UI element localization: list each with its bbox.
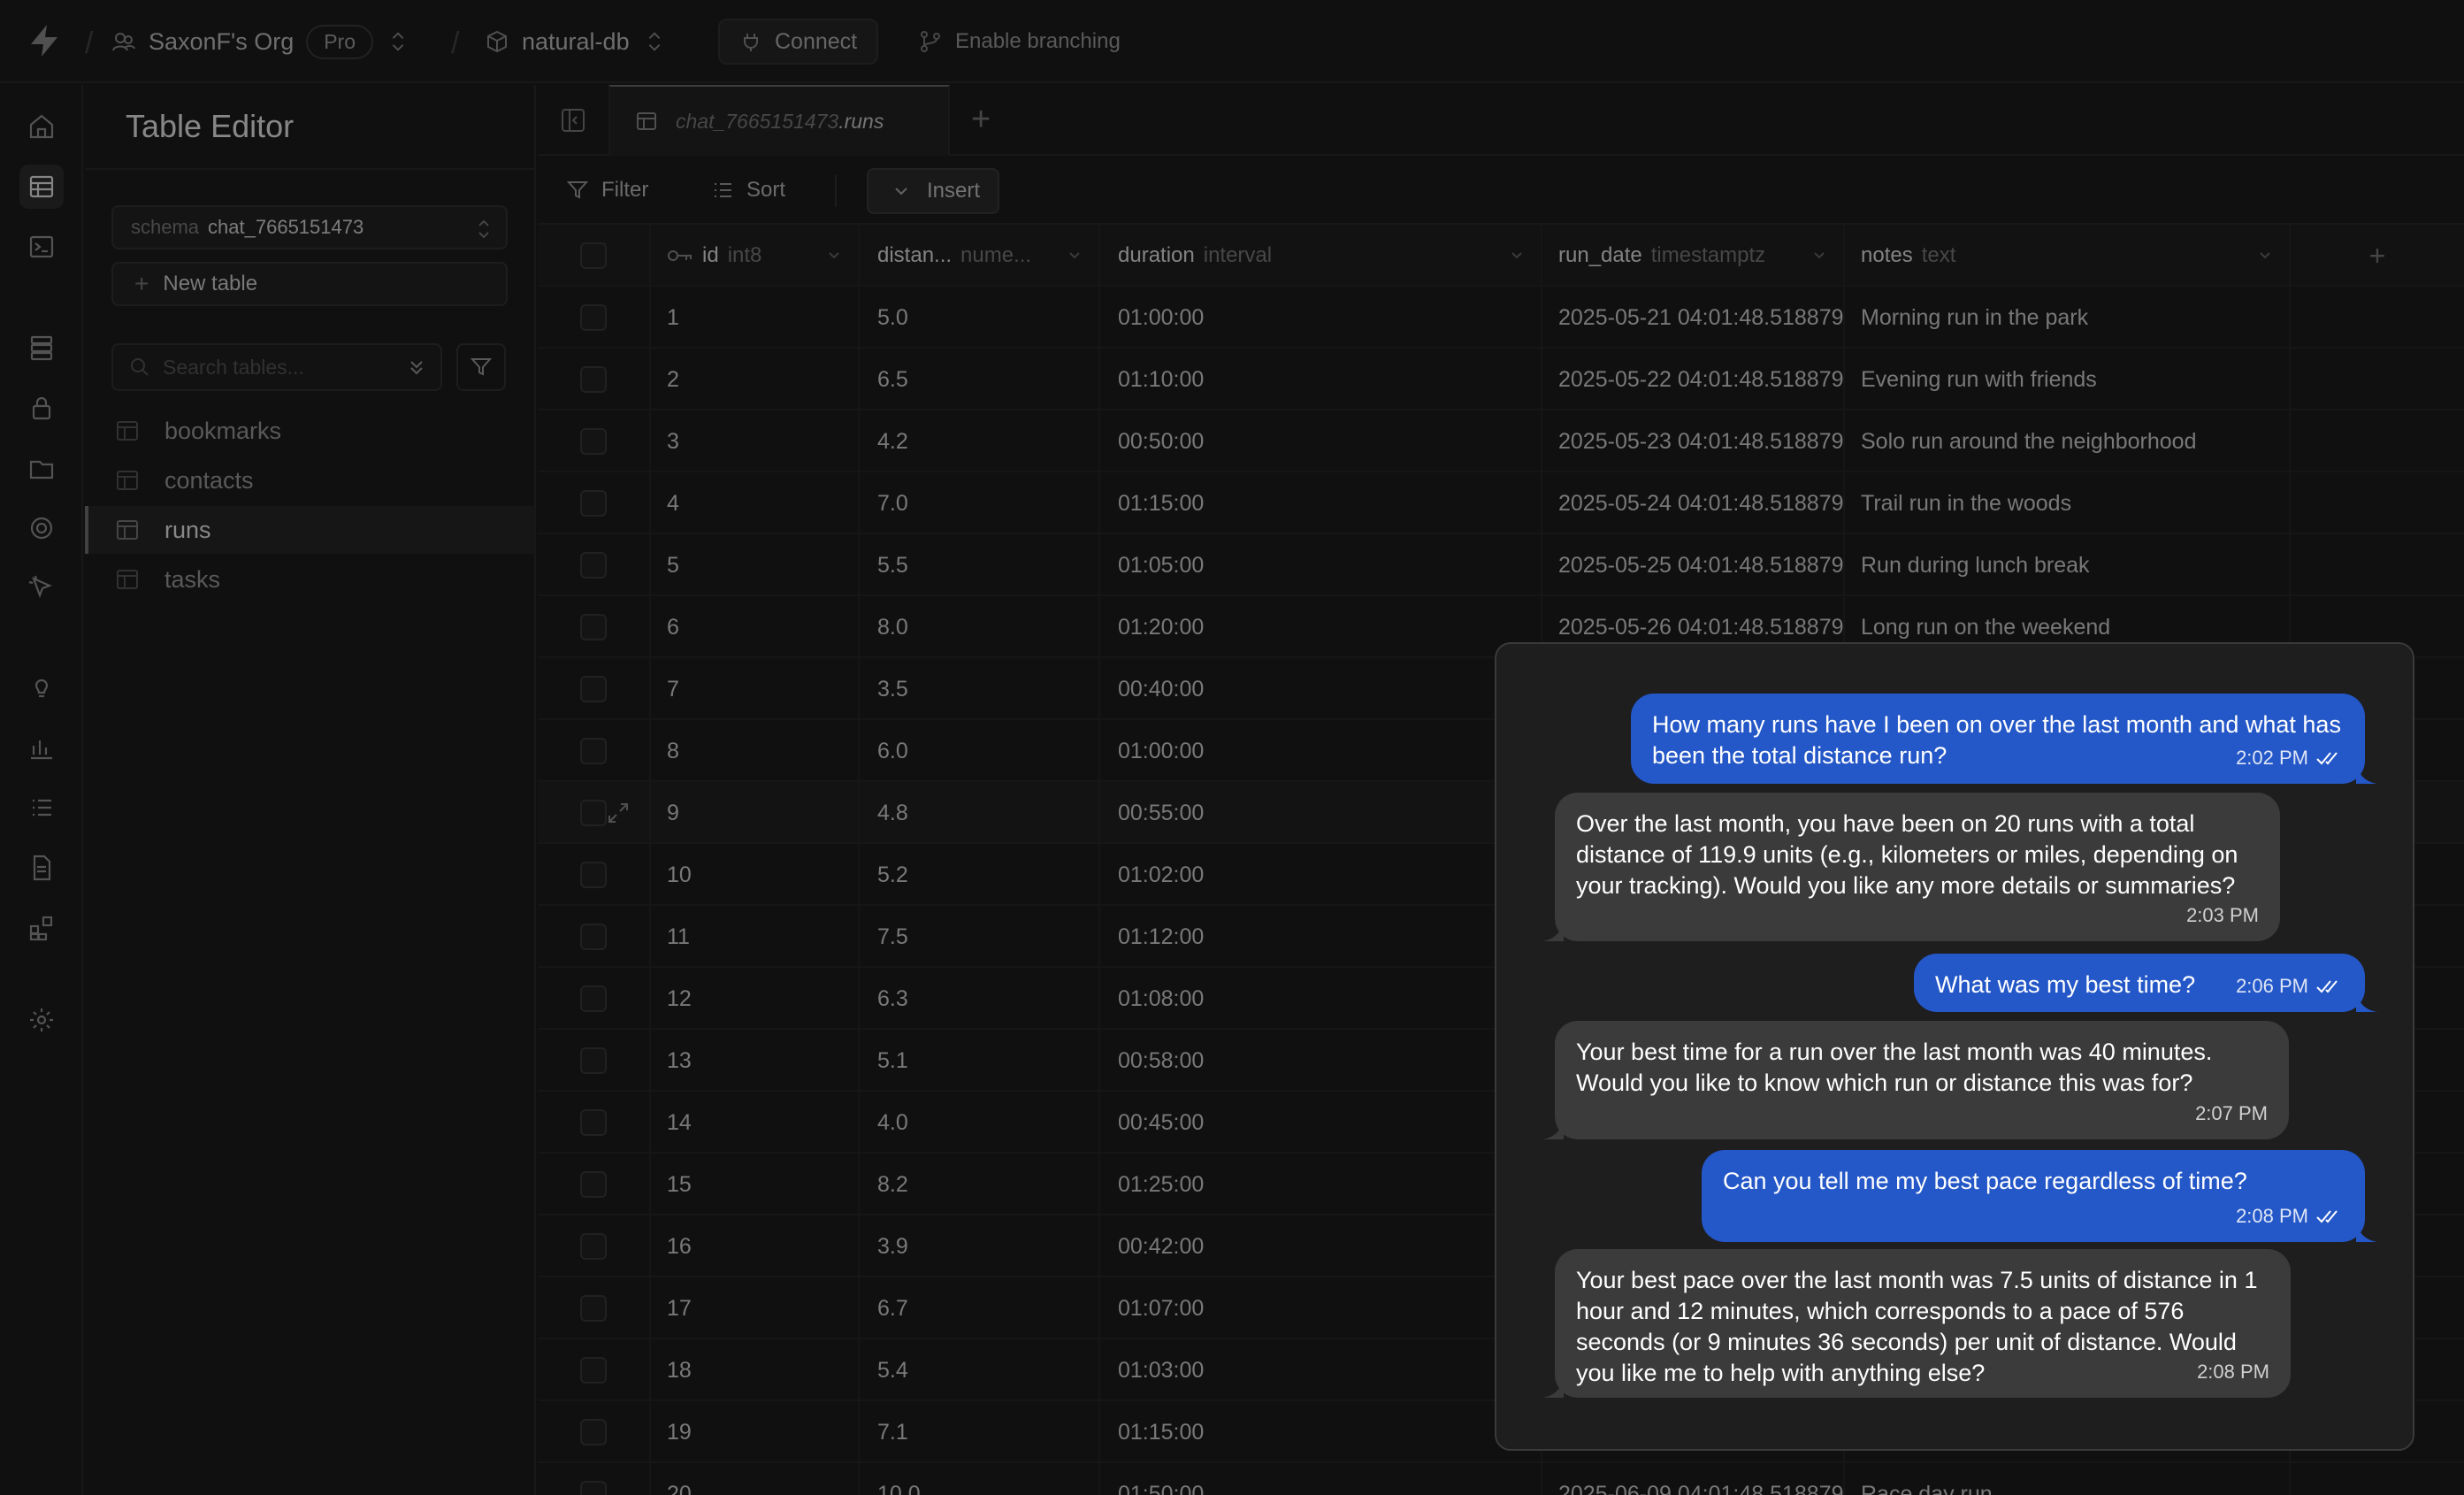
chat-message-incoming: Your best pace over the last month was 7… [1555,1249,2291,1398]
message-tail [1542,1378,1564,1398]
message-timestamp: 2:02 PM [2236,747,2308,769]
message-time: 2:06 PM [2236,970,2344,1001]
message-tail [1542,1120,1564,1139]
message-text: Your best pace over the last month was 7… [1576,1267,2258,1386]
message-text: Can you tell me my best pace regardless … [1723,1168,2247,1194]
message-tail [1542,922,1564,941]
chat-message-outgoing: What was my best time? 2:06 PM [1914,954,2365,1012]
chat-message-incoming: Your best time for a run over the last m… [1555,1021,2289,1139]
message-timestamp: 2:03 PM [2186,904,2259,926]
message-time: 2:08 PM [2197,1356,2269,1387]
chat-message-incoming: Over the last month, you have been on 20… [1555,793,2280,941]
message-time: 2:07 PM [2195,1098,2268,1129]
double-check-icon [2316,751,2338,764]
message-time: 2:03 PM [2186,900,2259,931]
chat-panel: How many runs have I been on over the la… [1495,642,2414,1451]
message-timestamp: 2:08 PM [2236,1205,2308,1227]
message-timestamp: 2:06 PM [2236,975,2308,997]
message-tail [2356,764,2377,784]
double-check-icon [2316,1209,2338,1223]
message-text: Your best time for a run over the last m… [1576,1039,2213,1096]
message-time: 2:08 PM [2236,1200,2344,1231]
message-timestamp: 2:07 PM [2195,1102,2268,1124]
message-text: Over the last month, you have been on 20… [1576,810,2238,899]
chat-message-outgoing: How many runs have I been on over the la… [1631,694,2365,784]
message-timestamp: 2:08 PM [2197,1361,2269,1383]
message-time: 2:02 PM [2236,742,2344,773]
message-tail [2356,993,2377,1012]
double-check-icon [2316,979,2338,993]
message-tail [2356,1223,2377,1242]
chat-message-outgoing: Can you tell me my best pace regardless … [1702,1150,2365,1242]
